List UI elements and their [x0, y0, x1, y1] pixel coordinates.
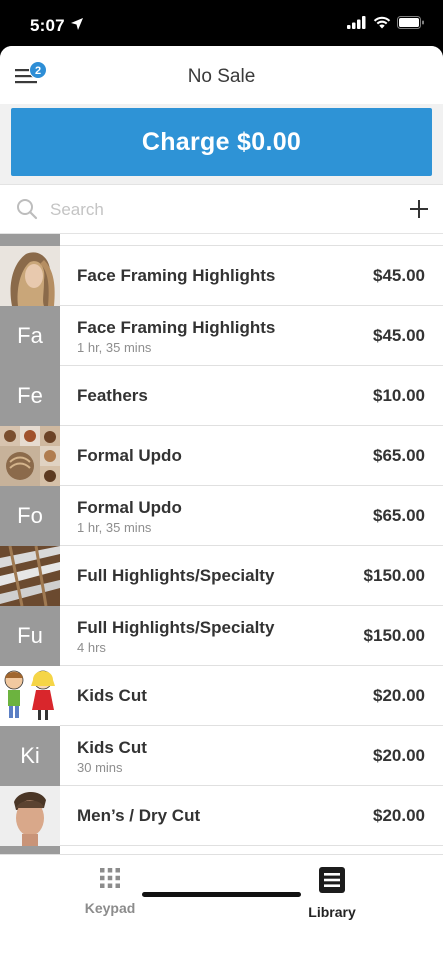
item-abbreviation-tile: Fe	[0, 366, 60, 426]
register-sheet: 2 No Sale Charge $0.00 Search Face Frami…	[0, 46, 443, 960]
item-price: $20.00	[373, 746, 425, 765]
item-price: $65.00	[373, 506, 425, 525]
item-thumbnail	[0, 666, 60, 726]
item-duration: 30 mins	[77, 760, 123, 775]
item-price: $45.00	[373, 326, 425, 345]
item-price: $20.00	[373, 686, 425, 705]
item-thumbnail	[0, 786, 60, 846]
add-icon[interactable]	[407, 197, 431, 226]
list-item[interactable]: Men’s / Dry Cut $20.00	[0, 786, 443, 846]
item-price: $45.00	[373, 266, 425, 285]
list-item[interactable]: Ki Kids Cut 30 mins $20.00	[0, 726, 443, 786]
keypad-icon	[99, 868, 121, 893]
charge-area: Charge $0.00	[0, 104, 443, 184]
item-thumbnail	[0, 234, 60, 246]
list-item[interactable]: Face Framing Highlights $45.00	[0, 246, 443, 306]
item-name: Formal Updo	[77, 498, 182, 517]
list-item[interactable]: Fa Face Framing Highlights 1 hr, 35 mins…	[0, 306, 443, 366]
library-icon	[319, 867, 345, 897]
item-thumbnail	[0, 846, 60, 854]
item-abbreviation-tile: Ki	[0, 726, 60, 786]
list-item[interactable]: Fo Formal Updo 1 hr, 35 mins $65.00	[0, 486, 443, 546]
item-name: Kids Cut	[77, 686, 147, 705]
item-name: Face Framing Highlights	[77, 266, 276, 285]
item-name: Kids Cut	[77, 738, 147, 757]
list-item[interactable]: Full Highlights/Specialty $150.00	[0, 546, 443, 606]
item-price: $10.00	[373, 386, 425, 405]
home-indicator[interactable]	[142, 892, 301, 897]
item-name: Formal Updo	[77, 446, 182, 465]
item-duration: 1 hr, 35 mins	[77, 340, 152, 355]
status-time: 5:07	[30, 16, 65, 35]
item-price: $65.00	[373, 446, 425, 465]
item-price: $150.00	[363, 626, 425, 645]
item-name: Face Framing Highlights	[77, 318, 276, 337]
location-arrow-icon	[70, 17, 84, 36]
item-duration: 1 hr, 35 mins	[77, 520, 152, 535]
list-item[interactable]: Fe Feathers $10.00	[0, 366, 443, 426]
tab-bar: Keypad Library	[0, 854, 443, 960]
page-title: No Sale	[187, 66, 256, 87]
item-abbreviation-tile: Fu	[0, 606, 60, 666]
wifi-icon	[373, 16, 391, 34]
item-thumbnail	[0, 426, 60, 486]
header: 2 No Sale	[0, 46, 443, 104]
item-name: Men’s / Dry Cut	[77, 806, 201, 825]
item-name: Full Highlights/Specialty	[77, 618, 275, 637]
item-price: $150.00	[363, 566, 425, 585]
list-item-partial	[0, 234, 443, 246]
item-name: Feathers	[77, 386, 148, 405]
item-thumbnail	[0, 246, 60, 306]
list-item-partial	[0, 846, 443, 854]
item-abbreviation-tile: Fo	[0, 486, 60, 546]
list-item[interactable]: Kids Cut $20.00	[0, 666, 443, 726]
status-bar: 5:07	[0, 0, 443, 48]
item-name: Full Highlights/Specialty	[77, 566, 275, 585]
list-item[interactable]: Formal Updo $65.00	[0, 426, 443, 486]
tab-label: Library	[308, 904, 356, 920]
item-abbreviation-tile: Fa	[0, 306, 60, 366]
search-bar	[0, 184, 443, 234]
tab-label: Keypad	[84, 900, 136, 916]
charge-button[interactable]: Charge $0.00	[11, 108, 432, 176]
search-input[interactable]	[50, 198, 350, 222]
item-price: $20.00	[373, 806, 425, 825]
signal-icon	[347, 16, 367, 34]
item-thumbnail	[0, 546, 60, 606]
item-list[interactable]: Face Framing Highlights $45.00 Fa Face F…	[0, 234, 443, 854]
item-duration: 4 hrs	[77, 640, 106, 655]
battery-icon	[397, 16, 425, 34]
search-icon	[16, 198, 38, 225]
status-indicators	[347, 16, 425, 34]
list-item[interactable]: Fu Full Highlights/Specialty 4 hrs $150.…	[0, 606, 443, 666]
